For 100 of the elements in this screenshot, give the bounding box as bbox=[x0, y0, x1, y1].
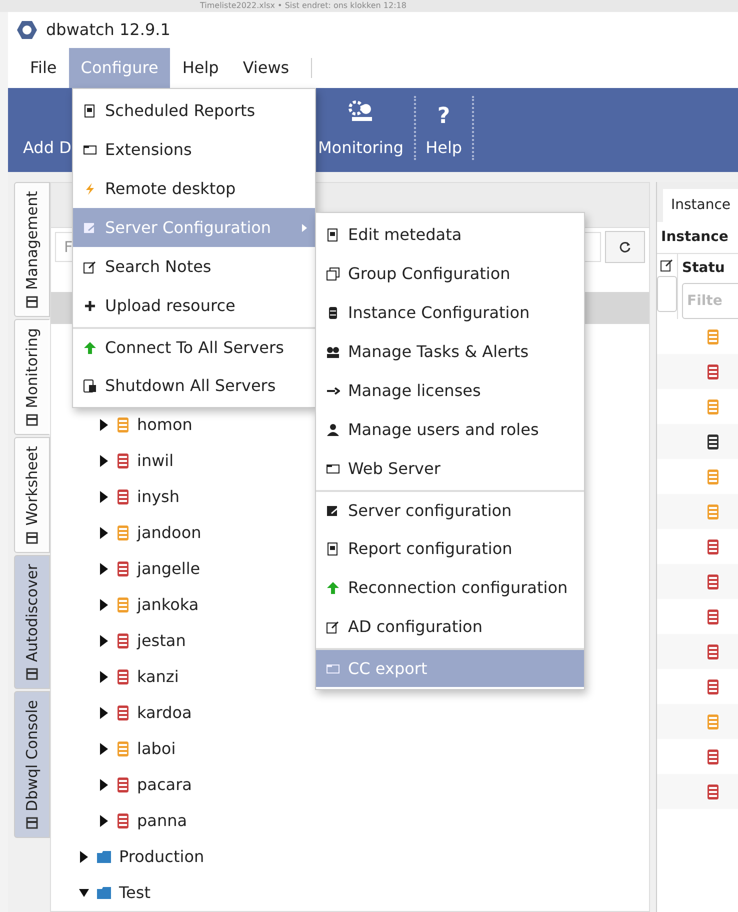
submenu-arrow-icon bbox=[302, 224, 307, 232]
side-tab[interactable]: Dbwql Console bbox=[14, 690, 50, 838]
tree-node[interactable]: Production bbox=[51, 839, 208, 875]
database-icon bbox=[117, 777, 129, 793]
status-icon bbox=[707, 644, 719, 660]
help-button[interactable]: ? Help bbox=[426, 106, 462, 160]
node-label: panna bbox=[137, 810, 188, 832]
database-icon bbox=[117, 813, 129, 829]
status-icon bbox=[707, 714, 719, 730]
table-row[interactable] bbox=[657, 424, 738, 459]
menu-entry[interactable]: Search Notes bbox=[73, 247, 315, 286]
question-mark-icon: ? bbox=[437, 106, 450, 128]
tree-node[interactable]: jangelle bbox=[51, 551, 204, 587]
menu-entry[interactable]: Report configuration bbox=[316, 529, 584, 568]
status-icon bbox=[707, 468, 719, 484]
database-icon bbox=[117, 489, 129, 505]
tree-node[interactable]: jestan bbox=[51, 623, 190, 659]
column-filter-field[interactable]: Filte bbox=[682, 283, 738, 319]
collapsed-arrow-icon[interactable] bbox=[99, 563, 109, 575]
monitoring-button[interactable]: Monitoring bbox=[318, 100, 404, 160]
collapsed-arrow-icon[interactable] bbox=[99, 527, 109, 539]
refresh-button[interactable] bbox=[605, 231, 645, 264]
collapsed-arrow-icon[interactable] bbox=[99, 599, 109, 611]
collapsed-arrow-icon[interactable] bbox=[79, 851, 89, 863]
menu-entry[interactable]: Instance Configuration bbox=[316, 293, 584, 332]
menu-entry[interactable]: Edit metedata bbox=[316, 215, 584, 254]
node-label: homon bbox=[137, 414, 192, 436]
document-icon bbox=[326, 542, 340, 556]
status-icon bbox=[707, 398, 719, 414]
tree-node[interactable]: kanzi bbox=[51, 659, 183, 695]
user-icon bbox=[326, 422, 340, 436]
expanded-arrow-icon[interactable] bbox=[79, 887, 89, 899]
collapsed-arrow-icon[interactable] bbox=[99, 635, 109, 647]
tab-icon bbox=[26, 668, 38, 680]
menu-item[interactable]: Help bbox=[170, 48, 231, 88]
tree-node[interactable]: pacara bbox=[51, 767, 196, 803]
edit-icon bbox=[83, 220, 97, 234]
document-icon bbox=[83, 104, 97, 118]
side-tab[interactable]: Management bbox=[14, 182, 50, 317]
collapsed-arrow-icon[interactable] bbox=[99, 419, 109, 431]
collapsed-arrow-icon[interactable] bbox=[99, 743, 109, 755]
column-header[interactable]: Statu bbox=[682, 258, 738, 279]
tree-node[interactable]: panna bbox=[51, 803, 192, 839]
tree-node[interactable]: kardoa bbox=[51, 695, 196, 731]
tree-node[interactable]: Test bbox=[51, 875, 155, 911]
menu-item[interactable]: Views bbox=[230, 48, 302, 88]
background-window-title: Timeliste2022.xlsx • Sist endret: ons klokken 12:18 bbox=[200, 2, 406, 10]
menu-entry[interactable]: Server configuration bbox=[316, 490, 584, 529]
menu-entry[interactable]: Manage users and roles bbox=[316, 410, 584, 449]
side-tab[interactable]: Monitoring bbox=[14, 318, 50, 436]
menu-entry[interactable]: Group Configuration bbox=[316, 254, 584, 293]
edit-icon bbox=[660, 258, 674, 272]
tab-icon bbox=[26, 414, 38, 426]
plus-icon bbox=[83, 298, 97, 312]
menu-entry[interactable]: Reconnection configuration bbox=[316, 568, 584, 607]
database-icon bbox=[117, 525, 129, 541]
lightning-icon bbox=[83, 182, 97, 196]
collapsed-arrow-icon[interactable] bbox=[99, 779, 109, 791]
side-tab[interactable]: Autodiscover bbox=[14, 554, 50, 689]
up-arrow-icon bbox=[83, 340, 97, 354]
node-label: inysh bbox=[137, 486, 180, 508]
node-label: kardoa bbox=[137, 702, 192, 724]
status-icon bbox=[707, 504, 719, 520]
database-icon bbox=[117, 633, 129, 649]
database-icon bbox=[117, 597, 129, 613]
panel-title: Instance bbox=[661, 228, 728, 247]
collapsed-arrow-icon[interactable] bbox=[99, 815, 109, 827]
database-icon bbox=[117, 705, 129, 721]
menu-entry[interactable]: AD configuration bbox=[316, 607, 584, 646]
database-icon bbox=[117, 561, 129, 577]
collapsed-arrow-icon[interactable] bbox=[99, 455, 109, 467]
node-label: laboi bbox=[137, 738, 176, 760]
document-icon bbox=[326, 228, 340, 242]
menu-entry[interactable]: Shutdown All Servers bbox=[73, 366, 315, 405]
menu-item[interactable]: File bbox=[18, 48, 69, 88]
menu-entry[interactable]: Upload resource bbox=[73, 286, 315, 325]
status-icon bbox=[707, 434, 719, 450]
tree-node[interactable]: inysh bbox=[51, 479, 184, 515]
refresh-icon bbox=[619, 241, 631, 254]
window-icon bbox=[83, 142, 97, 156]
status-icon bbox=[707, 784, 719, 800]
menu-entry[interactable]: Web Server bbox=[316, 449, 584, 488]
tree-node[interactable]: homon bbox=[51, 407, 196, 443]
menu-entry[interactable]: Manage licenses bbox=[316, 371, 584, 410]
app-logo-icon bbox=[16, 20, 38, 40]
status-icon bbox=[707, 748, 719, 764]
tree-node[interactable]: jandoon bbox=[51, 515, 206, 551]
menu-entry[interactable]: Scheduled Reports bbox=[73, 91, 315, 130]
database-icon bbox=[117, 453, 129, 469]
node-label: jangelle bbox=[137, 558, 200, 580]
tree-node[interactable]: laboi bbox=[51, 731, 180, 767]
collapsed-arrow-icon[interactable] bbox=[99, 671, 109, 683]
tree-node[interactable]: jankoka bbox=[51, 587, 203, 623]
tree-node[interactable]: inwil bbox=[51, 443, 178, 479]
collapsed-arrow-icon[interactable] bbox=[99, 491, 109, 503]
collapsed-arrow-icon[interactable] bbox=[99, 707, 109, 719]
menu-entry[interactable]: Manage Tasks & Alerts bbox=[316, 332, 584, 371]
instance-tab[interactable]: Instance bbox=[663, 189, 738, 222]
side-tab[interactable]: Worksheet bbox=[14, 437, 50, 553]
menu-entry[interactable]: Remote desktop bbox=[73, 169, 315, 208]
